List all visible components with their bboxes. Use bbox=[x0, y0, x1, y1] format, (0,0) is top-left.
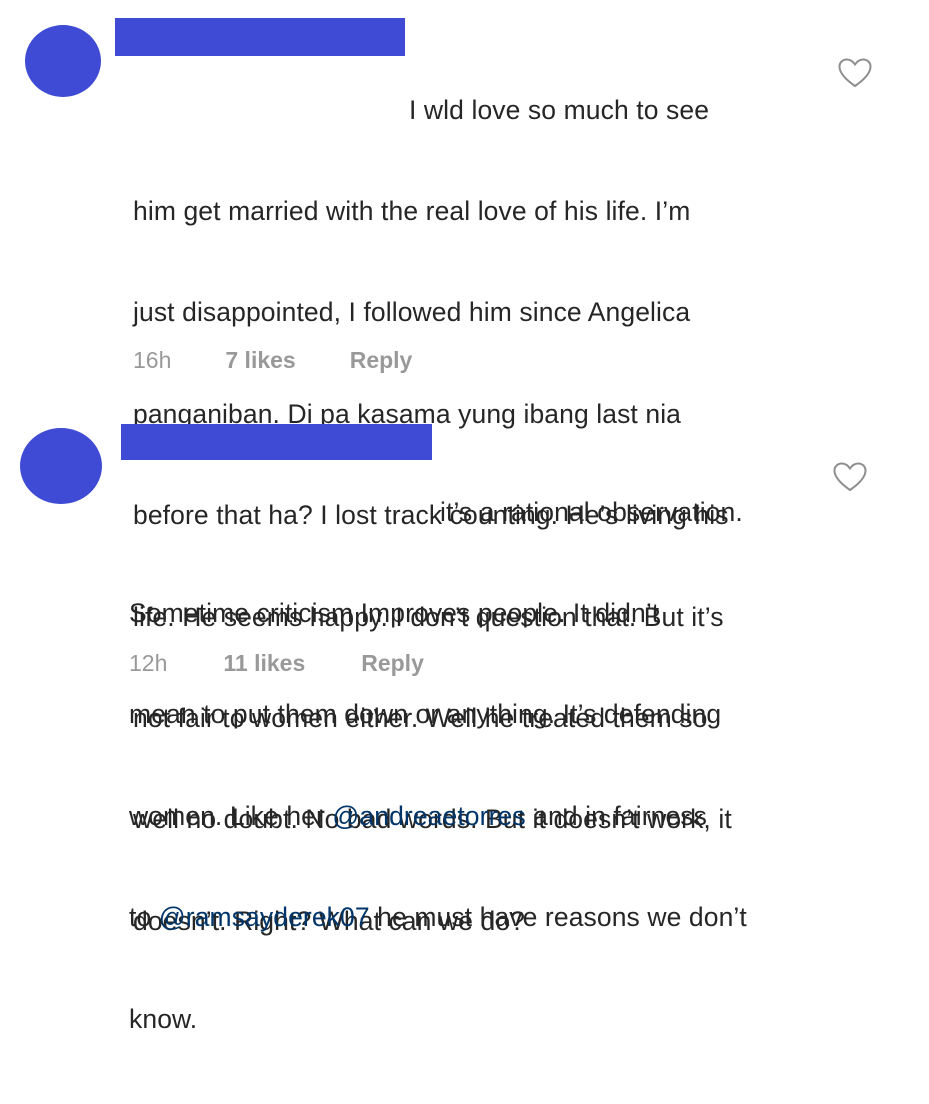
mention-link[interactable]: @andreaetorres bbox=[332, 801, 525, 831]
comment-meta: 16h 7 likes Reply bbox=[133, 347, 412, 374]
comment-text-segment: and in fairness bbox=[525, 800, 708, 831]
likes-count-button[interactable]: 11 likes bbox=[223, 650, 305, 677]
comment-line: him get married with the real love of hi… bbox=[133, 195, 691, 226]
avatar[interactable] bbox=[20, 428, 102, 504]
comment-line: Sometime criticism Improves people. It d… bbox=[129, 597, 660, 628]
comment-line: it’s a rational observation. bbox=[440, 496, 743, 527]
reply-button[interactable]: Reply bbox=[350, 347, 413, 374]
mention-link[interactable]: @ramsayderek07 bbox=[159, 902, 370, 932]
comment-time: 16h bbox=[133, 347, 172, 373]
avatar[interactable] bbox=[25, 25, 101, 97]
heart-outline-icon[interactable] bbox=[838, 58, 872, 88]
comment-text-segment: to bbox=[129, 902, 159, 933]
comment-line: I wld love so much to see bbox=[409, 94, 710, 125]
comment-text-segment: women. Like her bbox=[129, 800, 333, 831]
reply-button[interactable]: Reply bbox=[361, 650, 424, 677]
likes-count-button[interactable]: 7 likes bbox=[225, 347, 295, 374]
comment-line: know. bbox=[129, 1003, 198, 1034]
comment-line: mean to put them down or anything. It’s … bbox=[129, 699, 722, 730]
comment-time: 12h bbox=[129, 650, 168, 676]
heart-outline-icon[interactable] bbox=[833, 462, 867, 492]
comment-line: just disappointed, I followed him since … bbox=[133, 297, 691, 328]
comment-text-segment: he must have reasons we don’t bbox=[369, 902, 747, 933]
comment-text: it’s a rational observation. Sometime cr… bbox=[129, 428, 829, 1104]
comment-line: women. Like her @andreaetorres and in fa… bbox=[129, 800, 829, 834]
comment-meta: 12h 11 likes Reply bbox=[129, 650, 424, 677]
comment-line: to @ramsayderek07 he must have reasons w… bbox=[129, 901, 829, 935]
